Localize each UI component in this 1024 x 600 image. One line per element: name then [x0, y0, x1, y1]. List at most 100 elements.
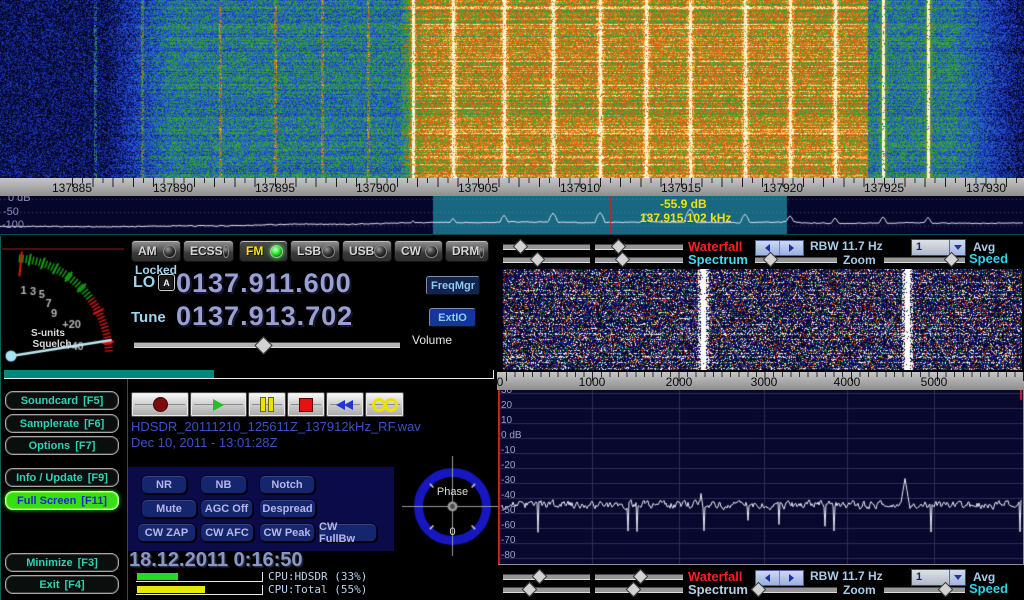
cw-fullbw-button[interactable]: CW FullBw: [318, 523, 377, 542]
mode-am-button[interactable]: AM: [131, 240, 181, 262]
notch-button[interactable]: Notch: [259, 475, 315, 494]
af-freq-tick: 3000: [751, 375, 778, 389]
audio-waterfall-display[interactable]: [500, 269, 1022, 370]
slider-thumb[interactable]: [611, 239, 627, 255]
af-freq-tick: 2000: [666, 375, 693, 389]
freqmgr-button[interactable]: FreqMgr: [426, 276, 480, 295]
button-fkey: [F11]: [81, 495, 107, 507]
arrow-right-icon: [789, 244, 794, 252]
mode-led-icon: [270, 245, 283, 258]
mode-label: LSB: [297, 244, 321, 258]
spectrum-range-slider[interactable]: [595, 253, 683, 266]
rf-freq-tick: 137930: [966, 181, 1006, 195]
slider-thumb[interactable]: [944, 252, 960, 268]
info-update-button[interactable]: Info / Update[F9]: [5, 468, 119, 487]
slider-track: [503, 587, 590, 593]
full-screen-button[interactable]: Full Screen [F11]: [5, 491, 119, 510]
mode-drm-button[interactable]: DRM: [445, 240, 489, 262]
button-label: Full Screen: [17, 495, 76, 507]
rf-freq-tick: 137905: [458, 181, 498, 195]
audio-spectrum-display[interactable]: [498, 390, 1023, 564]
slider-thumb[interactable]: [530, 252, 546, 268]
agc-button[interactable]: AGC Off: [200, 499, 253, 518]
mode-cw-button[interactable]: CW: [394, 240, 443, 262]
pause-icon: [260, 397, 266, 412]
play-icon: [213, 399, 224, 411]
nr-button[interactable]: NR: [141, 475, 187, 494]
zoom-slider[interactable]: [755, 253, 837, 266]
wav-timestamp: Dec 10, 2011 - 13:01:28Z: [131, 435, 277, 450]
zoom-slider-2[interactable]: [755, 583, 837, 596]
rf-frequency-scale[interactable]: 137885 137890 137895 137900 137905 13791…: [0, 178, 1024, 196]
minimize-button[interactable]: Minimize[F3]: [5, 553, 119, 572]
cpu-total-label: CPU:Total (55%): [268, 583, 367, 596]
volume-label: Volume: [412, 333, 452, 347]
mode-usb-button[interactable]: USB: [342, 240, 392, 262]
slider-thumb[interactable]: [633, 569, 649, 585]
slider-thumb[interactable]: [531, 569, 547, 585]
stop-button[interactable]: [287, 392, 325, 417]
rewind-button[interactable]: [326, 392, 364, 417]
slider-thumb[interactable]: [751, 582, 767, 598]
slider-thumb[interactable]: [513, 239, 529, 255]
record-icon: [153, 397, 168, 412]
mode-led-icon: [479, 245, 484, 258]
arrow-left-icon: [765, 244, 770, 252]
audio-frequency-scale[interactable]: 0 1000 2000 3000 4000 5000: [497, 372, 1024, 390]
slider-track: [884, 587, 965, 593]
waterfall-contrast-slider[interactable]: [595, 240, 683, 253]
cursor-db-readout: -55.9 dB: [660, 197, 707, 211]
tune-frequency-display[interactable]: 0137.913.702: [176, 301, 353, 332]
nb-button[interactable]: NB: [200, 475, 247, 494]
slider-track: [595, 257, 683, 263]
mode-lsb-button[interactable]: LSB: [290, 240, 340, 262]
rf-spectrum-display[interactable]: [0, 196, 1024, 234]
speed-slider[interactable]: [884, 253, 965, 266]
tune-label: Tune: [131, 309, 166, 326]
play-button[interactable]: [190, 392, 247, 417]
mute-button[interactable]: Mute: [141, 499, 197, 518]
cw-zap-button[interactable]: CW ZAP: [137, 523, 196, 542]
record-button[interactable]: [131, 392, 189, 417]
af-db-label: -20: [501, 460, 515, 471]
exit-button[interactable]: Exit[F4]: [5, 575, 119, 594]
cw-afc-button[interactable]: CW AFC: [200, 523, 254, 542]
slider-thumb[interactable]: [626, 582, 642, 598]
rf-freq-tick: 137890: [153, 181, 193, 195]
waterfall-brightness-slider-2[interactable]: [503, 570, 590, 583]
samplerate-button[interactable]: Samplerate[F6]: [5, 414, 119, 433]
slider-thumb[interactable]: [615, 252, 631, 268]
rf-waterfall-display[interactable]: [0, 0, 1024, 178]
extio-button[interactable]: ExtIO: [429, 308, 476, 327]
lo-sync-button[interactable]: A: [158, 274, 175, 291]
options-button[interactable]: Options[F7]: [5, 436, 119, 455]
slider-thumb[interactable]: [762, 252, 778, 268]
lo-frequency-display[interactable]: 0137.911.600: [176, 268, 352, 299]
playback-progress-track[interactable]: [4, 370, 494, 379]
pause-button[interactable]: [248, 392, 286, 417]
rf-freq-tick: 137925: [864, 181, 904, 195]
mode-led-icon: [374, 245, 387, 258]
button-label: Options: [29, 440, 71, 452]
despread-button[interactable]: Despread: [259, 499, 316, 518]
mode-ecss-button[interactable]: ECSS: [183, 240, 234, 262]
speed-slider-2[interactable]: [884, 583, 965, 596]
slider-thumb[interactable]: [254, 336, 272, 354]
loop-button[interactable]: [365, 392, 404, 417]
mode-fm-button[interactable]: FM: [239, 240, 288, 262]
af-db-label: -40: [501, 490, 515, 501]
volume-slider[interactable]: [134, 337, 400, 350]
spectrum-label-2: Spectrum: [688, 582, 748, 597]
spectrum-gain-slider[interactable]: [503, 253, 590, 266]
slider-track: [755, 587, 837, 593]
cw-peak-button[interactable]: CW Peak: [259, 523, 315, 542]
soundcard-button[interactable]: Soundcard[F5]: [5, 391, 119, 410]
spectrum-range-slider-2[interactable]: [595, 583, 683, 596]
wav-filename: HDSDR_20111210_125611Z_137912kHz_RF.wav: [131, 419, 421, 434]
slider-thumb[interactable]: [522, 582, 538, 598]
slider-thumb[interactable]: [937, 582, 953, 598]
waterfall-contrast-slider-2[interactable]: [595, 570, 683, 583]
rf-freq-tick: 137895: [255, 181, 295, 195]
spectrum-gain-slider-2[interactable]: [503, 583, 590, 596]
waterfall-brightness-slider[interactable]: [503, 240, 590, 253]
